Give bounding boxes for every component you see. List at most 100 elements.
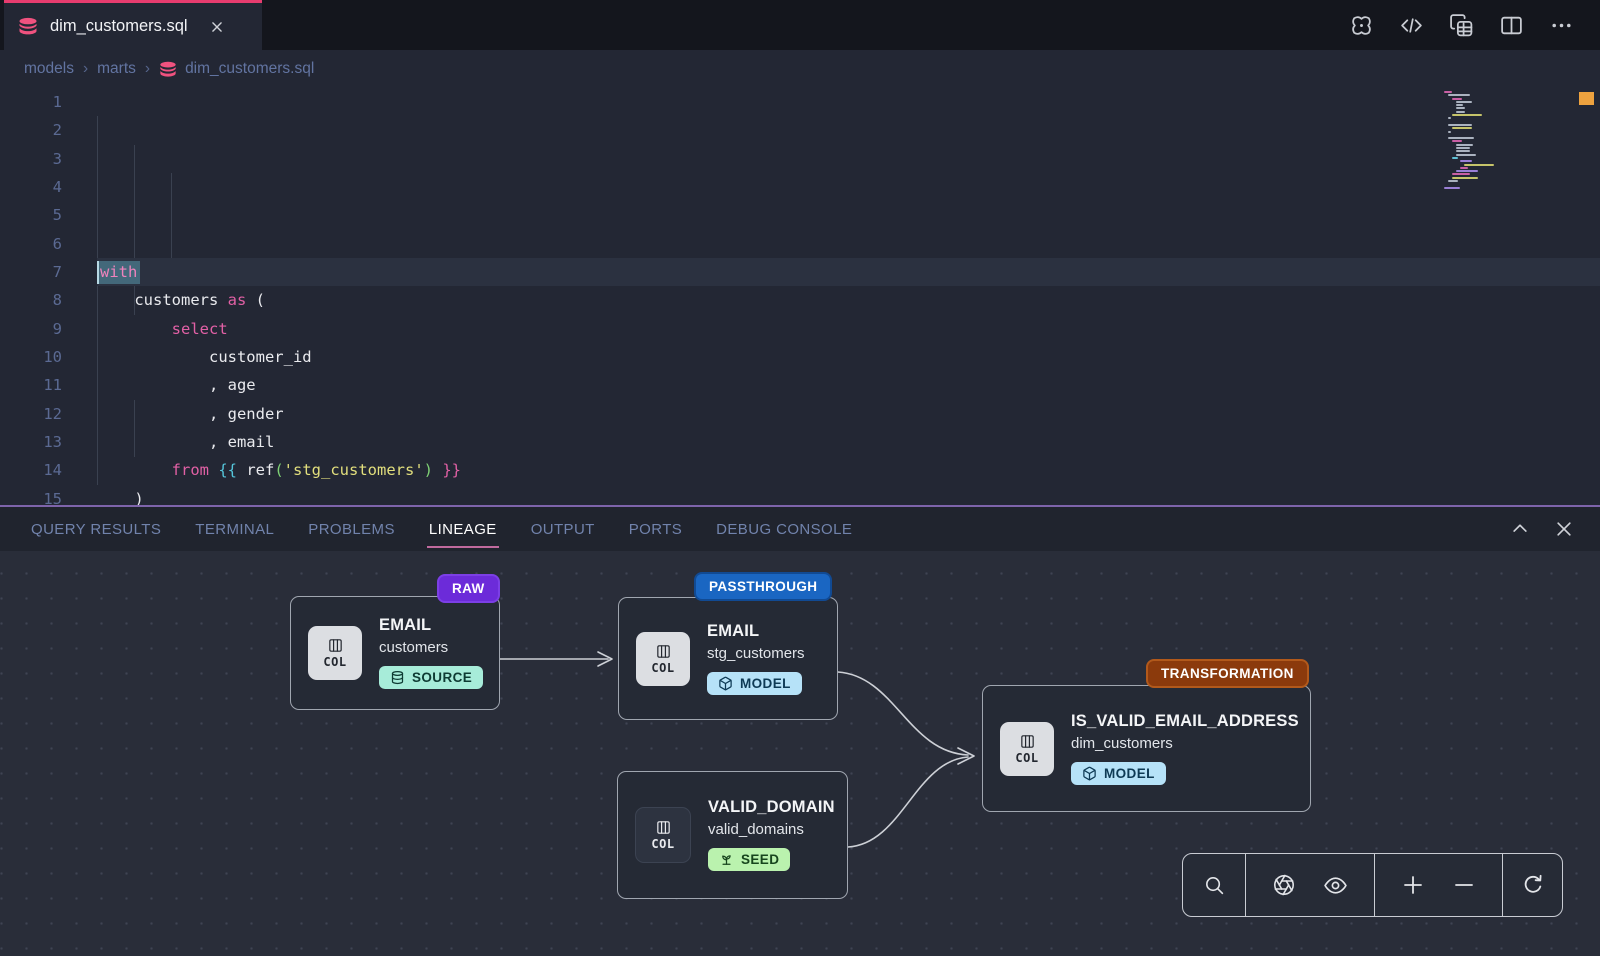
sprout-icon xyxy=(719,852,734,867)
badge-label: SOURCE xyxy=(412,670,472,685)
line-number: 14 xyxy=(0,456,62,484)
minimap-line xyxy=(1452,173,1470,175)
minimap-line xyxy=(1456,107,1465,109)
lineage-canvas[interactable]: COL EMAIL customers SOURCE RAW COL EMAIL… xyxy=(0,551,1600,956)
line-number: 15 xyxy=(0,485,62,505)
code-editor[interactable]: 123456789101112131415 with customers as … xyxy=(0,88,1600,505)
minimap-line xyxy=(1456,170,1478,172)
search-icon[interactable] xyxy=(1203,874,1226,897)
tab-output[interactable]: OUTPUT xyxy=(514,507,612,551)
node-subtitle: customers xyxy=(379,639,483,656)
node-subtitle: dim_customers xyxy=(1071,735,1299,752)
line-number: 13 xyxy=(0,428,62,456)
close-tab-icon[interactable] xyxy=(210,20,224,34)
minimap-line xyxy=(1444,91,1452,93)
code-lines: with customers as ( select customer_id ,… xyxy=(97,258,1600,505)
breadcrumb-file[interactable]: dim_customers.sql xyxy=(159,60,314,78)
node-subtitle: stg_customers xyxy=(707,645,805,662)
database-icon xyxy=(18,17,38,36)
col-label: COL xyxy=(651,661,674,675)
code-line[interactable]: with xyxy=(97,258,1600,286)
minimap-line xyxy=(1448,137,1474,139)
lineage-node-customers[interactable]: COL EMAIL customers SOURCE xyxy=(290,596,500,710)
code-line[interactable]: ) xyxy=(97,485,1600,505)
column-chip: COL xyxy=(1000,722,1054,776)
line-number: 7 xyxy=(0,258,62,286)
line-number: 3 xyxy=(0,145,62,173)
minimap-line xyxy=(1448,94,1470,96)
tab-debug-console[interactable]: DEBUG CONSOLE xyxy=(699,507,869,551)
database-icon xyxy=(159,61,177,78)
split-editor-icon[interactable] xyxy=(1499,13,1524,38)
code-line[interactable]: customer_id xyxy=(97,343,1600,371)
dbt-logo-icon[interactable] xyxy=(1349,13,1374,38)
lineage-node-dim-customers[interactable]: COL IS_VALID_EMAIL_ADDRESS dim_customers… xyxy=(982,685,1311,812)
line-number: 5 xyxy=(0,201,62,229)
bottom-panel-header: QUERY RESULTS TERMINAL PROBLEMS LINEAGE … xyxy=(0,505,1600,551)
code-icon[interactable] xyxy=(1399,13,1424,38)
line-number: 4 xyxy=(0,173,62,201)
aperture-icon[interactable] xyxy=(1272,873,1296,897)
zoom-out-icon[interactable] xyxy=(1452,873,1476,897)
minimap[interactable] xyxy=(1444,91,1570,190)
tab-problems[interactable]: PROBLEMS xyxy=(291,507,412,551)
more-actions-icon[interactable] xyxy=(1549,13,1574,38)
minimap-line xyxy=(1448,131,1451,133)
code-line[interactable]: , age xyxy=(97,371,1600,399)
minimap-line xyxy=(1456,147,1470,149)
breadcrumb-marts[interactable]: marts xyxy=(97,60,136,78)
refresh-icon[interactable] xyxy=(1521,873,1545,897)
minimap-line xyxy=(1444,187,1460,189)
col-label: COL xyxy=(323,655,346,669)
minimap-line xyxy=(1448,124,1472,126)
lineage-node-valid-domains[interactable]: COL VALID_DOMAIN valid_domains SEED xyxy=(617,771,848,899)
minimap-line xyxy=(1460,167,1468,169)
breadcrumb-models[interactable]: models xyxy=(24,60,74,78)
code-line[interactable]: , gender xyxy=(97,400,1600,428)
col-label: COL xyxy=(651,837,674,851)
line-number: 8 xyxy=(0,286,62,314)
column-chip: COL xyxy=(636,632,690,686)
code-area[interactable]: with customers as ( select customer_id ,… xyxy=(97,88,1600,505)
lineage-node-stg-customers[interactable]: COL EMAIL stg_customers MODEL xyxy=(618,597,838,720)
tab-ports[interactable]: PORTS xyxy=(612,507,699,551)
tab-query-results[interactable]: QUERY RESULTS xyxy=(14,507,178,551)
badge-label: MODEL xyxy=(740,676,791,691)
tab-dim-customers[interactable]: dim_customers.sql xyxy=(4,0,262,50)
tab-lineage[interactable]: LINEAGE xyxy=(412,507,514,551)
badge-label: MODEL xyxy=(1104,766,1155,781)
raw-tag: RAW xyxy=(437,574,500,603)
cube-icon xyxy=(718,676,733,691)
panel-actions xyxy=(1510,519,1586,539)
zoom-in-icon[interactable] xyxy=(1401,873,1425,897)
minimap-line xyxy=(1452,140,1462,142)
breadcrumb: models › marts › dim_customers.sql xyxy=(0,50,1600,88)
minimap-line xyxy=(1448,117,1451,119)
minimap-line xyxy=(1448,180,1458,182)
minimap-line xyxy=(1452,127,1472,129)
code-line[interactable]: from {{ ref('stg_customers') }} xyxy=(97,456,1600,484)
col-label: COL xyxy=(1015,751,1038,765)
code-line[interactable]: select xyxy=(97,315,1600,343)
code-line[interactable]: , email xyxy=(97,428,1600,456)
node-title: EMAIL xyxy=(379,616,483,635)
minimap-line xyxy=(1456,101,1472,103)
copy-table-icon[interactable] xyxy=(1449,13,1474,38)
lineage-toolbar xyxy=(1182,853,1563,917)
chevron-up-icon[interactable] xyxy=(1510,519,1530,539)
minimap-line xyxy=(1464,164,1494,166)
tab-terminal[interactable]: TERMINAL xyxy=(178,507,291,551)
tab-title: dim_customers.sql xyxy=(50,17,188,36)
breadcrumb-separator: › xyxy=(83,60,88,78)
column-chip: COL xyxy=(635,807,691,863)
editor-tab-bar: dim_customers.sql xyxy=(0,0,1600,50)
line-number: 10 xyxy=(0,343,62,371)
breadcrumb-separator: › xyxy=(145,60,150,78)
minimap-line xyxy=(1456,154,1476,156)
minimap-line xyxy=(1456,104,1463,106)
editor-actions xyxy=(1349,0,1600,50)
eye-icon[interactable] xyxy=(1323,873,1348,898)
code-line[interactable]: customers as ( xyxy=(97,286,1600,314)
close-panel-icon[interactable] xyxy=(1554,519,1574,539)
database-icon xyxy=(390,670,405,685)
